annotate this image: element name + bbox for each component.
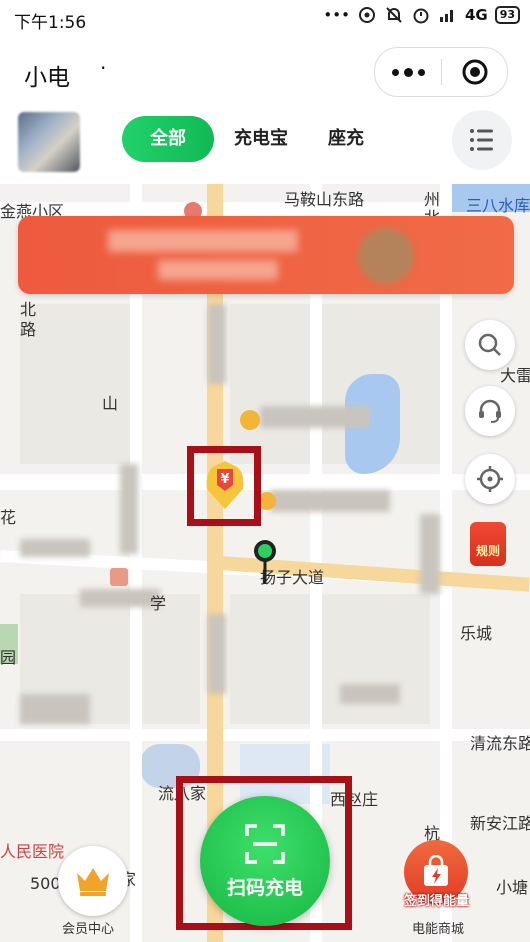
energy-mall-badge: 签到得能量 xyxy=(404,894,470,909)
locate-button[interactable] xyxy=(465,454,515,504)
scan-to-charge-button[interactable]: 扫码充电 xyxy=(200,796,330,926)
banner-text-blurred xyxy=(158,260,278,280)
signal-bars-icon xyxy=(439,10,453,22)
blurred-poi xyxy=(208,304,226,384)
map-label: 清流东路 xyxy=(470,734,530,753)
map-label: 山 xyxy=(102,394,119,413)
search-button[interactable] xyxy=(465,320,515,370)
list-view-button[interactable] xyxy=(452,110,512,170)
blurred-poi xyxy=(208,614,226,694)
mini-program-capsule xyxy=(374,47,508,97)
map-label: 路 xyxy=(20,320,37,339)
tab-all[interactable]: 全部 xyxy=(122,116,214,162)
map-block xyxy=(230,594,430,724)
blurred-poi xyxy=(270,490,390,512)
app-title: 小电 xyxy=(24,65,70,91)
search-icon xyxy=(478,333,501,356)
rules-label: 规则 xyxy=(475,544,500,558)
status-icons: ••• 4G 93 xyxy=(323,6,520,24)
map-label: 大雷 xyxy=(500,366,530,385)
energy-mall-label: 电能商城 xyxy=(412,922,465,937)
customer-service-icon xyxy=(479,399,501,423)
customer-service-button[interactable] xyxy=(465,386,515,436)
map-label: 人民医院 xyxy=(0,842,65,861)
list-icon xyxy=(470,129,493,151)
map-label: 三八水库 xyxy=(466,196,530,215)
blurred-poi xyxy=(80,589,160,607)
charging-station-marker-icon[interactable]: ¥ xyxy=(203,457,247,511)
close-mini-program-button[interactable] xyxy=(442,48,507,96)
locate-icon xyxy=(477,466,503,492)
status-time: 下午1:56 xyxy=(14,13,87,33)
map-label: 新安江路 xyxy=(470,814,530,833)
dot xyxy=(391,68,399,76)
poi-marker-icon[interactable] xyxy=(240,410,260,430)
map-label: 马鞍山东路 xyxy=(284,190,365,209)
map-block xyxy=(20,304,130,464)
more-dots-icon: ••• xyxy=(323,6,350,24)
dot xyxy=(403,67,413,77)
network-type: 4G xyxy=(464,6,488,24)
promo-banner[interactable] xyxy=(18,216,514,294)
blurred-poi xyxy=(340,684,400,704)
map-view[interactable]: 金燕小区 马鞍山东路 三八水库 州 北 北 路 山 大雷 扬子大道 流八家 西赵… xyxy=(0,184,530,942)
mute-bell-icon xyxy=(386,7,402,23)
rules-badge[interactable]: 规则 xyxy=(470,522,506,566)
poi-marker-icon[interactable] xyxy=(110,568,128,586)
title-dot: · xyxy=(100,56,107,80)
status-bar: 下午1:56 ••• 4G 93 xyxy=(0,0,530,36)
map-label: 500 xyxy=(30,874,61,893)
blurred-poi xyxy=(20,694,90,724)
more-button[interactable] xyxy=(375,48,441,96)
signal-app-icon xyxy=(358,7,375,23)
banner-coin-icon xyxy=(358,228,414,284)
tab-power-bank[interactable]: 充电宝 xyxy=(214,116,308,162)
map-label: 花 xyxy=(0,508,17,527)
map-label: 乐城 xyxy=(460,624,493,643)
map-label: 园 xyxy=(0,648,17,667)
tab-bar: 全部 充电宝 座充 xyxy=(122,116,384,162)
current-location-pin-icon xyxy=(254,540,276,584)
battery-level: 93 xyxy=(494,6,520,24)
blurred-poi xyxy=(420,514,440,594)
avatar[interactable] xyxy=(18,112,80,172)
shopping-bag-icon xyxy=(424,855,448,886)
blurred-poi xyxy=(260,406,370,428)
target-close-icon xyxy=(462,59,487,85)
map-block xyxy=(230,304,450,464)
road xyxy=(0,202,450,216)
blurred-poi xyxy=(20,539,90,557)
filter-row: 全部 充电宝 座充 xyxy=(0,106,530,184)
blurred-poi xyxy=(120,464,138,554)
member-center-button[interactable] xyxy=(58,846,128,916)
scan-icon xyxy=(245,823,285,864)
dot xyxy=(417,68,425,76)
banner-text-blurred xyxy=(108,230,298,252)
svg-text:¥: ¥ xyxy=(220,472,229,487)
title-bar: 小电 · xyxy=(0,36,530,106)
crown-icon xyxy=(77,868,109,896)
member-center-label: 会员中心 xyxy=(62,922,115,937)
road xyxy=(440,184,452,942)
tab-seat-charger[interactable]: 座充 xyxy=(308,116,384,162)
scan-to-charge-label: 扫码充电 xyxy=(226,876,303,899)
alarm-icon xyxy=(413,8,429,24)
map-label: 学 xyxy=(150,594,167,613)
map-label: 小塘 xyxy=(496,878,529,897)
road xyxy=(130,184,142,942)
